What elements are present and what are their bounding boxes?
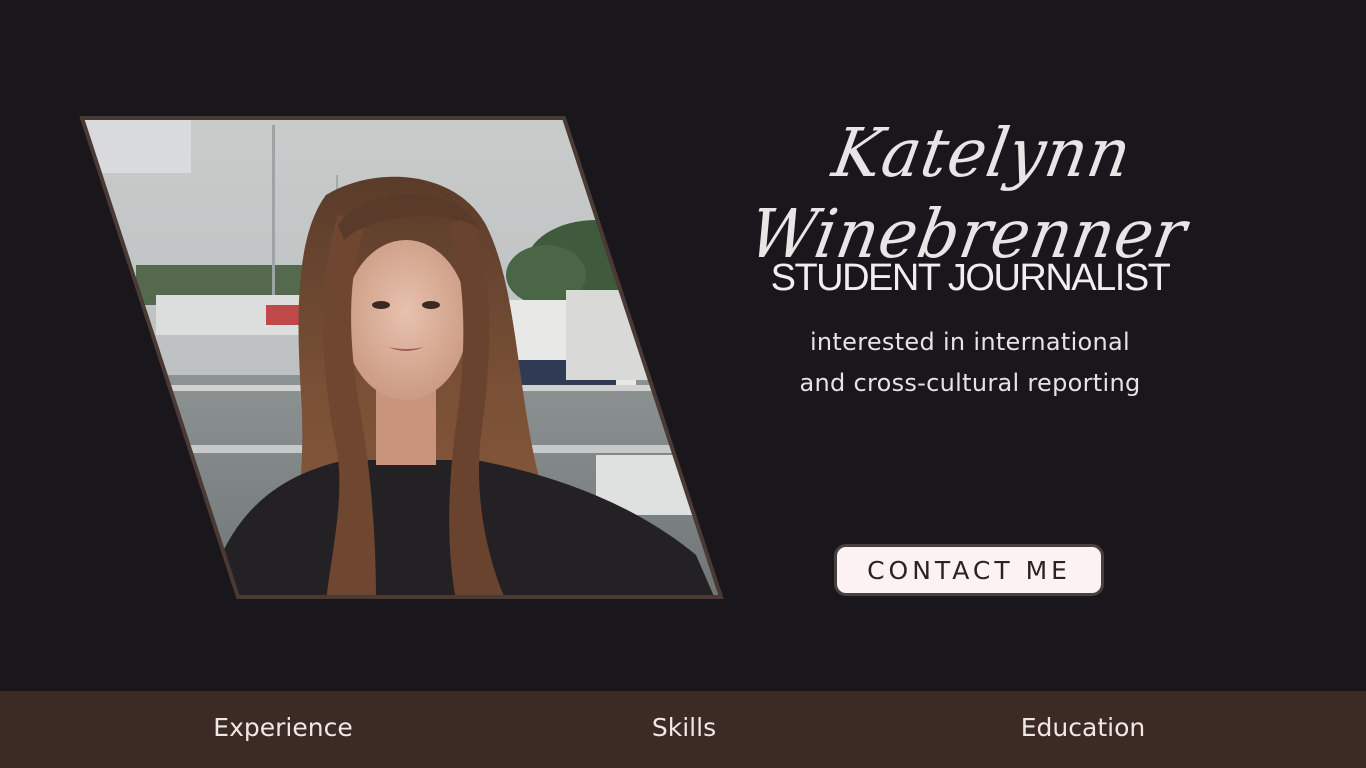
person-name: Katelynn Winebrenner — [743, 115, 1193, 274]
profile-photo — [76, 115, 726, 601]
nav-skills[interactable]: Skills — [584, 691, 784, 763]
tagline-line-2: and cross-cultural reporting — [799, 369, 1141, 397]
profile-photo-illustration — [79, 116, 724, 599]
contact-me-button[interactable]: CONTACT ME — [834, 544, 1104, 596]
job-title: STUDENT JOURNALIST — [770, 257, 1171, 299]
tagline-line-1: interested in international — [809, 328, 1131, 356]
nav-experience[interactable]: Experience — [183, 691, 383, 763]
nav-education[interactable]: Education — [983, 691, 1183, 763]
portfolio-page: Katelynn Winebrenner STUDENT JOURNALIST … — [0, 0, 1366, 768]
tagline: interested in international and cross-cu… — [720, 322, 1220, 404]
footer-nav: Experience Skills Education — [0, 691, 1366, 768]
